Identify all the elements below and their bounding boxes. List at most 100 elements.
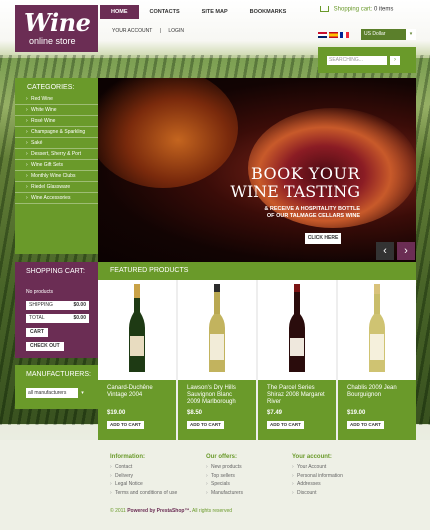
product-card[interactable]: Canard-Duchêne Vintage 2004 $19.00 ADD T…: [98, 280, 176, 440]
currency-value: US Dollar: [364, 31, 386, 37]
footer-link[interactable]: Top sellers: [206, 472, 243, 481]
bottle-icon: [209, 284, 225, 372]
product-image[interactable]: [98, 280, 176, 380]
account-links: YOUR ACCOUNT | LOGIN: [112, 28, 190, 34]
add-to-cart-button[interactable]: ADD TO CART: [347, 421, 384, 429]
category-item[interactable]: Wine Accessories: [15, 193, 98, 204]
checkout-button[interactable]: CHECK OUT: [26, 342, 64, 351]
product-card[interactable]: The Parcel Series Shiraz 2008 Margaret R…: [258, 280, 336, 440]
shipping-value: $0.00: [73, 302, 86, 308]
category-item[interactable]: Red Wine: [15, 94, 98, 105]
footer-offers: Our offers: New products Top sellers Spe…: [206, 454, 243, 497]
copyright-rest: All rights reserved: [191, 508, 232, 514]
your-account-link[interactable]: YOUR ACCOUNT: [112, 28, 152, 34]
spanish-flag-icon[interactable]: [329, 32, 338, 38]
french-flag-icon[interactable]: [340, 32, 349, 38]
category-item[interactable]: Dessert, Sherry & Port: [15, 149, 98, 160]
category-item[interactable]: Wine Gift Sets: [15, 160, 98, 171]
product-card[interactable]: Lawson's Dry Hills Sauvignon Blanc 2009 …: [178, 280, 256, 440]
cart-label: Shopping cart:: [333, 6, 373, 13]
product-price: $7.49: [267, 410, 283, 416]
shopping-cart-title: SHOPPING CART:: [26, 268, 85, 275]
link-separator: |: [159, 28, 161, 34]
banner-headline-2: WINE TASTING: [230, 182, 360, 201]
total-value: $0.00: [73, 315, 86, 321]
categories-block: CATEGORIES: Red Wine White Wine Rosé Win…: [15, 78, 98, 254]
footer-link[interactable]: Terms and conditions of use: [110, 489, 177, 498]
chevron-down-icon: ▾: [78, 388, 87, 398]
product-image[interactable]: [338, 280, 416, 380]
nav-contacts[interactable]: CONTACTS: [139, 5, 191, 19]
product-card[interactable]: Chablis 2009 Jean Bourguignon $19.00 ADD…: [338, 280, 416, 440]
top-navigation: HOME CONTACTS SITE MAP BOOKMARKS: [100, 5, 297, 19]
category-item[interactable]: Riedel Glassware: [15, 182, 98, 193]
featured-title: FEATURED PRODUCTS: [98, 262, 416, 280]
category-item[interactable]: Rosé Wine: [15, 116, 98, 127]
search-box: SEARCHING... ›: [318, 47, 416, 73]
category-item[interactable]: White Wine: [15, 105, 98, 116]
search-input[interactable]: SEARCHING...: [327, 56, 387, 65]
cart-icon: [320, 6, 329, 12]
banner-subtext: & RECEIVE A HOSPITALITY BOTTLE OF OUR TA…: [216, 206, 360, 219]
banner-subtext-2: OF OUR TALMAGE CELLARS WINE: [266, 212, 360, 219]
logo-title: Wine: [24, 8, 91, 37]
click-here-button[interactable]: CLICK HERE: [305, 233, 341, 244]
shopping-cart-block: SHOPPING CART: No products SHIPPING $0.0…: [15, 262, 98, 358]
product-price: $19.00: [107, 410, 126, 416]
footer-link[interactable]: Addresses: [292, 480, 343, 489]
bottle-icon: [369, 284, 385, 372]
total-row: TOTAL $0.00: [26, 314, 89, 323]
promo-banner[interactable]: BOOK YOUR WINE TASTING & RECEIVE A HOSPI…: [98, 78, 416, 264]
prestashop-link[interactable]: Powered by PrestaShop™.: [127, 508, 191, 514]
language-flags: [318, 32, 349, 38]
cart-button[interactable]: CART: [26, 328, 48, 337]
search-button[interactable]: ›: [390, 56, 400, 65]
login-link[interactable]: LOGIN: [168, 28, 184, 34]
footer-information-title: Information:: [110, 454, 145, 460]
product-image[interactable]: [178, 280, 256, 380]
manufacturers-title: MANUFACTURERS:: [26, 371, 91, 378]
store-logo[interactable]: Wine online store: [15, 5, 98, 52]
product-image[interactable]: [258, 280, 336, 380]
logo-subtitle: online store: [29, 36, 76, 46]
footer-link[interactable]: Personal information: [292, 472, 343, 481]
nav-bookmarks[interactable]: BOOKMARKS: [239, 5, 298, 19]
product-price: $19.00: [347, 410, 366, 416]
header-cart[interactable]: Shopping cart: 0 items: [320, 6, 393, 13]
product-name[interactable]: Lawson's Dry Hills Sauvignon Blanc 2009 …: [187, 385, 247, 407]
footer-link[interactable]: Contact: [110, 463, 177, 472]
add-to-cart-button[interactable]: ADD TO CART: [107, 421, 144, 429]
footer-account-title: Your account:: [292, 454, 332, 460]
bottle-icon: [289, 284, 305, 372]
copyright: © 2011 Powered by PrestaShop™. All right…: [110, 508, 232, 514]
add-to-cart-button[interactable]: ADD TO CART: [267, 421, 304, 429]
product-info: Canard-Duchêne Vintage 2004 $19.00: [98, 380, 176, 440]
chevron-left-icon[interactable]: ‹: [376, 242, 394, 260]
product-name[interactable]: Canard-Duchêne Vintage 2004: [107, 385, 167, 407]
total-label: TOTAL: [29, 315, 45, 321]
category-item[interactable]: Champagne & Sparkling: [15, 127, 98, 138]
nav-home[interactable]: HOME: [100, 5, 139, 19]
chevron-right-icon[interactable]: ›: [397, 242, 415, 260]
add-to-cart-button[interactable]: ADD TO CART: [187, 421, 224, 429]
currency-select[interactable]: US Dollar ▾: [361, 29, 416, 40]
footer-link[interactable]: Your Account: [292, 463, 343, 472]
footer-link[interactable]: Discount: [292, 489, 343, 498]
manufacturers-value: all manufacturers: [28, 390, 67, 396]
footer-link[interactable]: Specials: [206, 480, 243, 489]
product-price: $8.50: [187, 410, 203, 416]
nav-site-map[interactable]: SITE MAP: [191, 5, 239, 19]
english-flag-icon[interactable]: [318, 32, 327, 38]
footer-link[interactable]: Legal Notice: [110, 480, 177, 489]
footer-offers-title: Our offers:: [206, 454, 238, 460]
footer-link[interactable]: Delivery: [110, 472, 177, 481]
footer-link[interactable]: Manufacturers: [206, 489, 243, 498]
product-name[interactable]: The Parcel Series Shiraz 2008 Margaret R…: [267, 385, 327, 407]
shipping-row: SHIPPING $0.00: [26, 301, 89, 310]
category-item[interactable]: Monthly Wine Clubs: [15, 171, 98, 182]
footer-link[interactable]: New products: [206, 463, 243, 472]
category-item[interactable]: Saké: [15, 138, 98, 149]
product-name[interactable]: Chablis 2009 Jean Bourguignon: [347, 385, 407, 407]
copyright-year: © 2011: [110, 508, 126, 514]
manufacturers-select[interactable]: all manufacturers ▾: [26, 388, 87, 398]
